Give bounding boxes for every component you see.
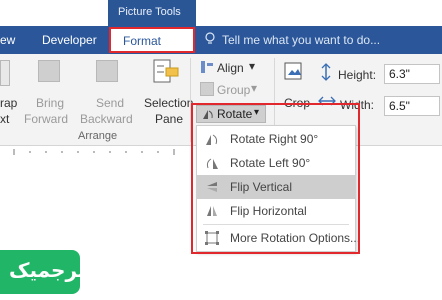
flip-horizontal-icon [207, 206, 217, 216]
wrap-text-label-1[interactable]: rap [0, 96, 17, 110]
align-icon[interactable] [200, 60, 214, 74]
rotate-label: Rotate [217, 107, 253, 121]
arrange-group-label: Arrange [78, 130, 118, 142]
width-icon [318, 96, 336, 106]
menu-separator [203, 224, 349, 225]
brand-logo-text: ترجمیک [9, 258, 86, 282]
menu-item-more-rotation-options[interactable]: More Rotation Options... [197, 226, 360, 250]
group-dropdown-icon[interactable]: ▾ [251, 81, 257, 95]
rotate-right-icon [206, 134, 218, 145]
tell-me-search[interactable]: Tell me what you want to do... [222, 33, 380, 47]
ruler [0, 146, 200, 158]
flip-vertical-icon [207, 182, 217, 192]
rotate-menu: Rotate Right 90° Rotate Left 90° Flip Ve… [196, 125, 360, 252]
tab-format[interactable]: Format [109, 27, 195, 53]
rotate-icon [203, 110, 213, 119]
menu-item-rotate-left[interactable]: Rotate Left 90° [197, 151, 355, 175]
crop-label[interactable]: Crop [284, 96, 310, 110]
bring-forward-label-2[interactable]: Forward [24, 112, 68, 126]
menu-item-flip-vertical[interactable]: Flip Vertical [197, 175, 355, 199]
height-icon [321, 63, 331, 81]
wrap-text-label-2[interactable]: xt [0, 112, 9, 126]
rotate-button[interactable]: Rotate ▾ [196, 105, 266, 123]
height-label: Height: [338, 68, 377, 82]
send-backward-label-2[interactable]: Backward [80, 112, 133, 126]
group-label[interactable]: Group [217, 83, 250, 97]
brand-logo: ترجمیک [0, 250, 85, 294]
width-label: Width: [340, 98, 375, 112]
crop-icon[interactable] [282, 60, 304, 82]
bring-forward-icon[interactable] [38, 60, 60, 82]
ribbon-separator [190, 58, 191, 142]
rotate-left-icon [206, 158, 218, 169]
picture-tools-label: Picture Tools [118, 6, 181, 18]
send-backward-icon[interactable] [96, 60, 118, 82]
send-backward-label-1[interactable]: Send [96, 96, 124, 110]
selection-pane-label-1[interactable]: Selection [144, 96, 193, 110]
rotate-dropdown-icon: ▾ [254, 107, 260, 118]
tab-view[interactable]: ew [0, 33, 15, 47]
align-dropdown-icon[interactable]: ▾ [249, 59, 255, 73]
more-rotation-options-icon [205, 231, 219, 245]
bring-forward-label-1[interactable]: Bring [36, 96, 64, 110]
selection-pane-label-2[interactable]: Pane [155, 112, 183, 126]
menu-item-flip-horizontal[interactable]: Flip Horizontal [197, 199, 355, 223]
selection-pane-icon[interactable] [152, 58, 180, 86]
width-input[interactable]: 6.5" [384, 96, 440, 116]
menu-item-rotate-right[interactable]: Rotate Right 90° [197, 127, 355, 151]
align-label[interactable]: Align [217, 61, 244, 75]
tab-format-label: Format [123, 34, 162, 48]
group-icon[interactable] [200, 82, 214, 96]
height-input[interactable]: 6.3" [384, 64, 440, 84]
tab-developer[interactable]: Developer [42, 33, 97, 47]
lightbulb-icon [205, 32, 215, 44]
wrap-text-icon[interactable] [0, 60, 10, 86]
